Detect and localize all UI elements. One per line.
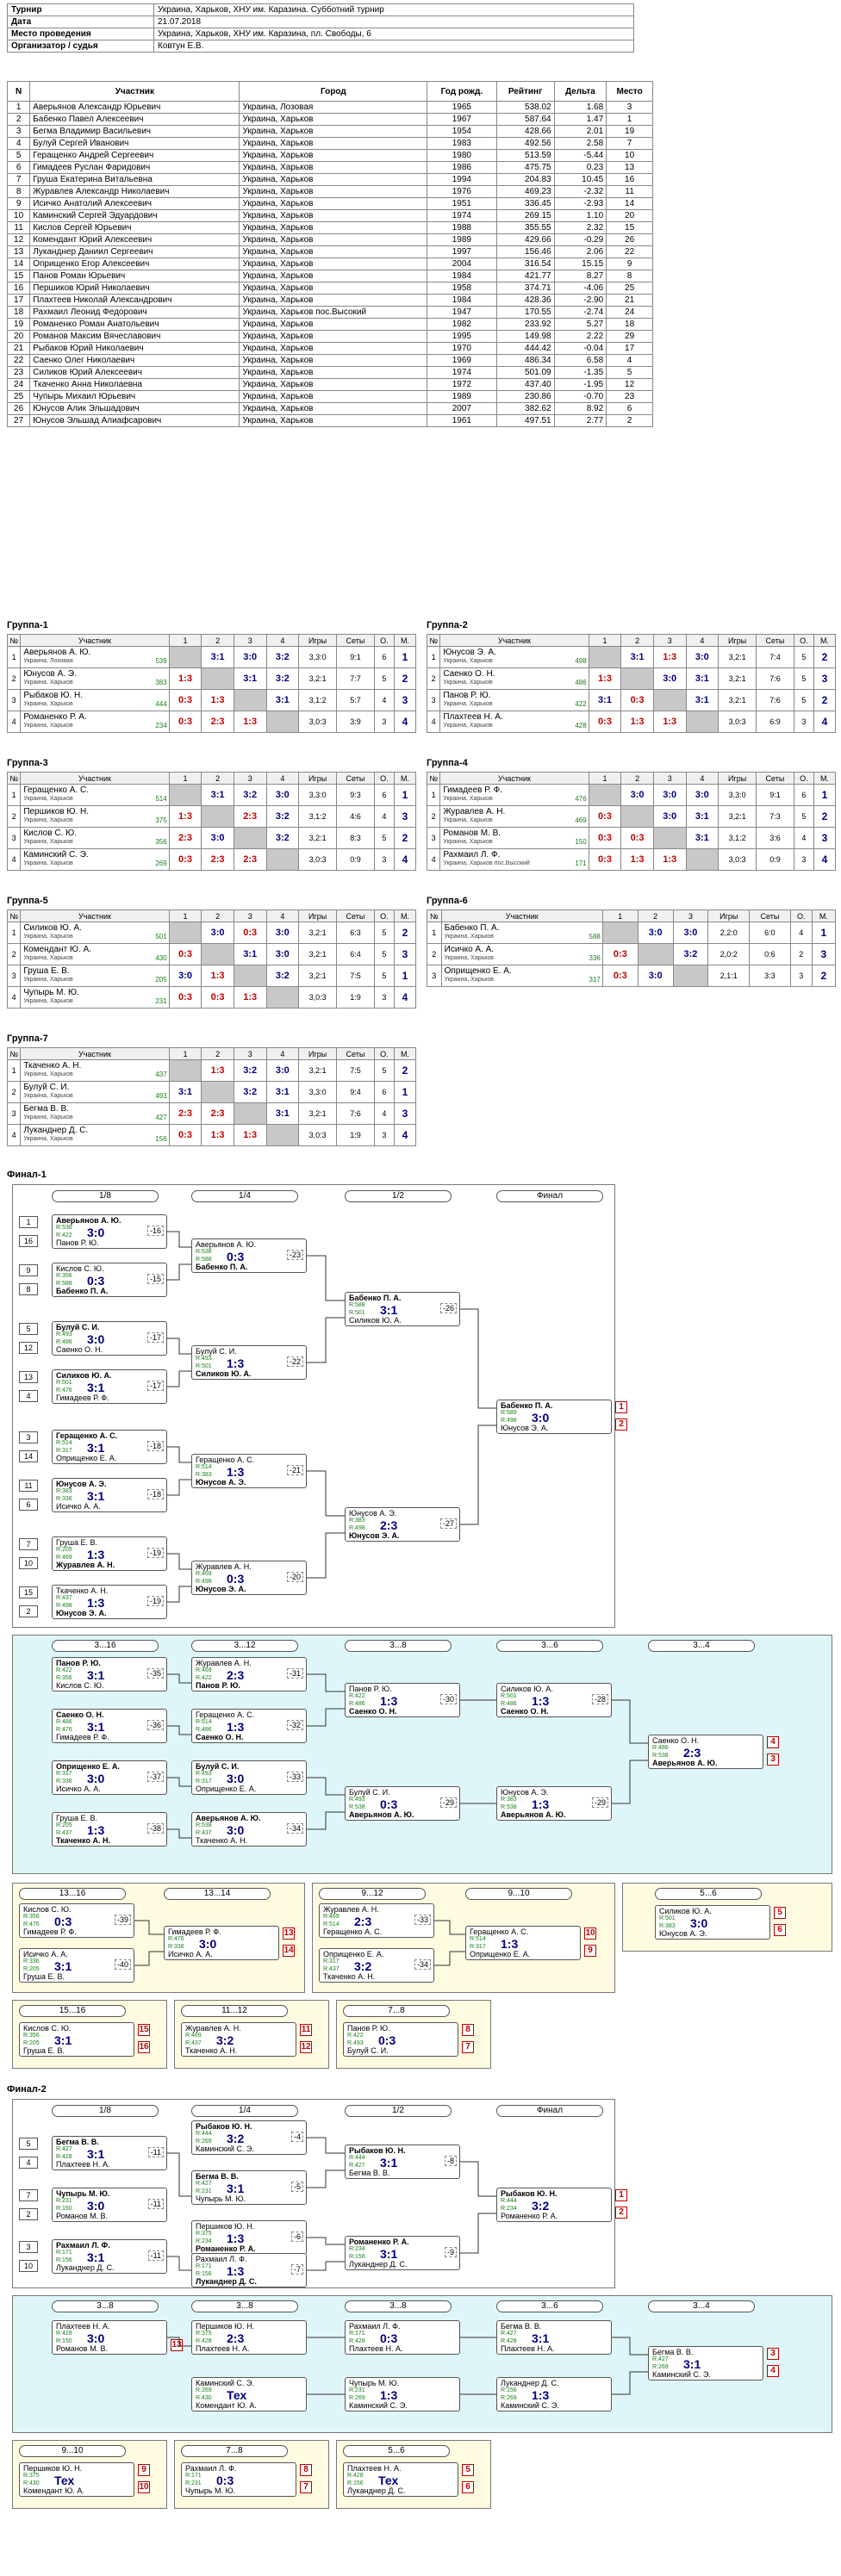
bracket-connector: [612, 1760, 648, 1804]
bracket-connector: [460, 2161, 496, 2197]
bracket-connector: [167, 1777, 191, 1787]
bracket-connector: [307, 1673, 345, 1692]
bracket-connector: [460, 2213, 496, 2254]
bracket-connector: [434, 1951, 465, 1966]
bracket-connector: [134, 1920, 164, 1935]
bracket-connector: [307, 1708, 345, 1727]
bracket-connector: [612, 2371, 648, 2395]
bracket-connector: [167, 1446, 191, 1463]
bracket-connector: [167, 2256, 191, 2271]
bracket-connector: [167, 1586, 191, 1603]
bracket-connector: [167, 2152, 191, 2197]
bracket-connector: [167, 1479, 191, 1496]
bracket-connector: [307, 2237, 345, 2245]
bracket-connector: [167, 1370, 191, 1387]
bracket-connector: [167, 1553, 191, 1570]
bracket-connector: [612, 1699, 648, 1744]
bracket-connector: [612, 2337, 648, 2356]
bracket-connector: [307, 2261, 345, 2271]
bracket-connector: [434, 1920, 465, 1935]
bracket-connector: [167, 1263, 191, 1281]
bracket-connector: [167, 1828, 191, 1839]
bracket-connector: [307, 2137, 345, 2154]
bracket-connector: [307, 1317, 345, 1363]
bracket-connector: [307, 1811, 345, 1830]
bracket-connector: [307, 2169, 345, 2188]
bracket-connector: [167, 1725, 191, 1735]
bracket-connector: [134, 1951, 164, 1966]
bracket-connector: [460, 1308, 496, 1409]
bracket-connector: [167, 1338, 191, 1355]
bracket-connector: [307, 1255, 345, 1301]
bracket-lines: [134, 1231, 648, 2395]
bracket-connector: [307, 1532, 345, 1579]
bracket-connector: [167, 2337, 191, 2347]
bracket-connector: [460, 1425, 496, 1525]
bracket-connector: [167, 1673, 191, 1684]
bracket-connector: [167, 1231, 191, 1248]
bracket-connector: [307, 1470, 345, 1517]
bracket-connector: [307, 1777, 345, 1796]
